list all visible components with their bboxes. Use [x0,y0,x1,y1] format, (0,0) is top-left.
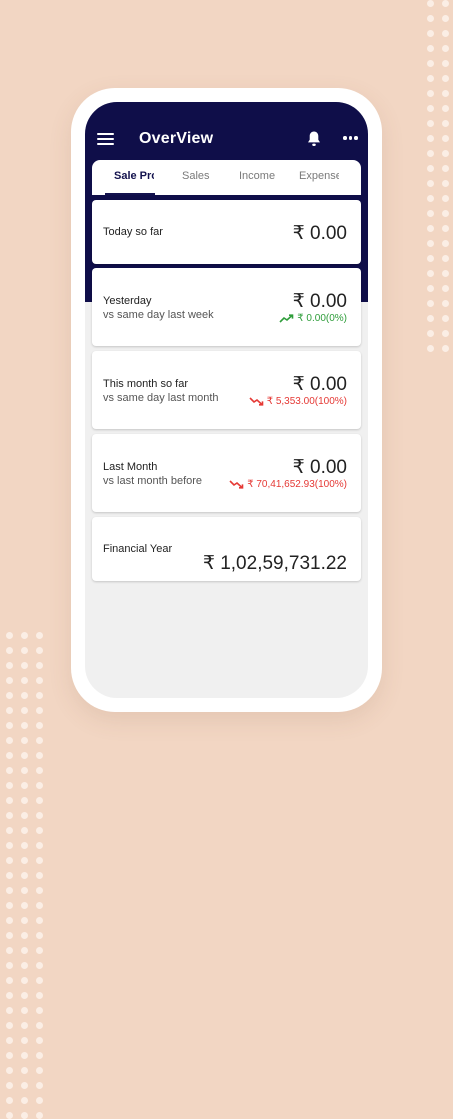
change-indicator: ₹ 5,353.00(100%) [249,396,347,407]
card-comparison-label: vs last month before [103,475,203,487]
card-amount: ₹ 0.00 [292,291,347,312]
tab-bar: Sale Pro Sales Income Expense [92,160,361,195]
change-value: ₹ 0.00(0%) [297,313,347,324]
tab-sale-pro[interactable]: Sale Pro [114,170,154,182]
app-screen: OverView Sale Pro Sales Income Expense T… [85,102,368,698]
app-bar: OverView [85,102,368,160]
card-label: Financial Year [103,543,173,555]
change-value: ₹ 70,41,652.93(100%) [247,479,347,490]
last-month-card[interactable]: Last Month vs last month before ₹ 0.00 ₹… [92,434,361,512]
phone-frame: OverView Sale Pro Sales Income Expense T… [71,88,382,712]
card-amount: ₹ 0.00 [292,457,347,478]
yesterday-card[interactable]: Yesterday vs same day last week ₹ 0.00 ₹… [92,268,361,346]
trend-down-icon [249,397,263,406]
change-indicator: ₹ 0.00(0%) [279,313,347,324]
today-card[interactable]: Today so far ₹ 0.00 [92,200,361,264]
this-month-card[interactable]: This month so far vs same day last month… [92,351,361,429]
change-value: ₹ 5,353.00(100%) [266,396,347,407]
tab-sales[interactable]: Sales [182,170,210,182]
decorative-dots-bottom-left [6,632,43,1119]
card-label: Yesterday [103,295,152,307]
card-comparison-label: vs same day last week [103,309,214,321]
menu-icon[interactable] [97,133,114,145]
card-amount: ₹ 0.00 [292,374,347,395]
decorative-dots-top-right [427,0,449,352]
bell-icon[interactable] [306,130,322,148]
trend-down-icon [229,480,244,489]
card-label: Today so far [103,226,163,238]
tab-expense[interactable]: Expense [299,170,339,182]
trend-up-icon [279,314,294,323]
page-title: OverView [139,130,214,147]
card-comparison-label: vs same day last month [103,392,219,404]
tab-income[interactable]: Income [239,170,275,182]
card-label: Last Month [103,461,158,473]
more-options-icon[interactable] [343,136,358,140]
financial-year-card[interactable]: Financial Year ₹ 1,02,59,731.22 [92,517,361,581]
change-indicator: ₹ 70,41,652.93(100%) [229,479,347,490]
active-tab-indicator [105,193,155,195]
card-amount: ₹ 0.00 [292,223,347,244]
card-label: This month so far [103,378,188,390]
card-amount: ₹ 1,02,59,731.22 [202,553,347,574]
